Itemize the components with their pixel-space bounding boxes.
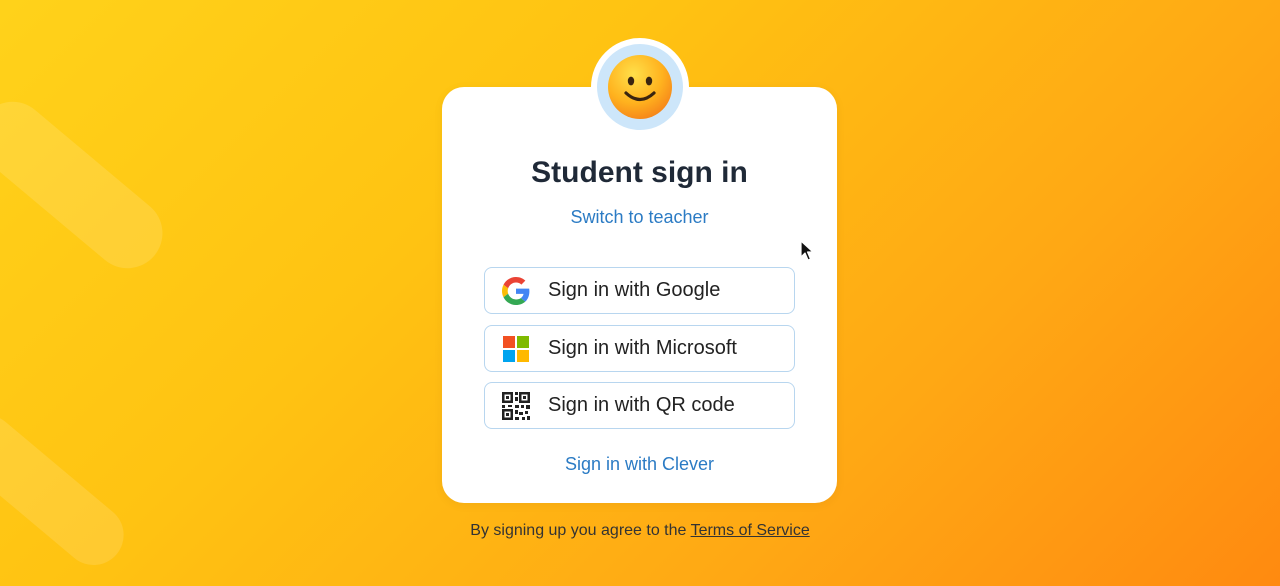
qr-code-signin-button[interactable]: Sign in with QR code [484,382,795,429]
google-signin-label: Sign in with Google [548,279,721,301]
background-streak [0,402,136,578]
google-signin-button[interactable]: Sign in with Google [484,267,795,314]
microsoft-icon [502,335,530,363]
page-title: Student sign in [531,156,748,189]
terms-prefix: By signing up you agree to the [470,522,687,539]
google-icon [502,276,530,305]
avatar [591,38,689,136]
clever-signin-link[interactable]: Sign in with Clever [442,454,837,475]
mouse-cursor-icon [800,240,814,261]
qr-code-signin-label: Sign in with QR code [548,394,735,416]
terms-notice: By signing up you agree to the Terms of … [0,522,1280,540]
terms-of-service-link[interactable]: Terms of Service [691,522,810,539]
qr-code-icon [502,391,530,420]
smiley-icon [608,55,672,119]
background-streak [0,87,177,283]
switch-to-teacher-link[interactable]: Switch to teacher [442,207,837,228]
microsoft-signin-label: Sign in with Microsoft [548,337,737,359]
microsoft-signin-button[interactable]: Sign in with Microsoft [484,325,795,372]
